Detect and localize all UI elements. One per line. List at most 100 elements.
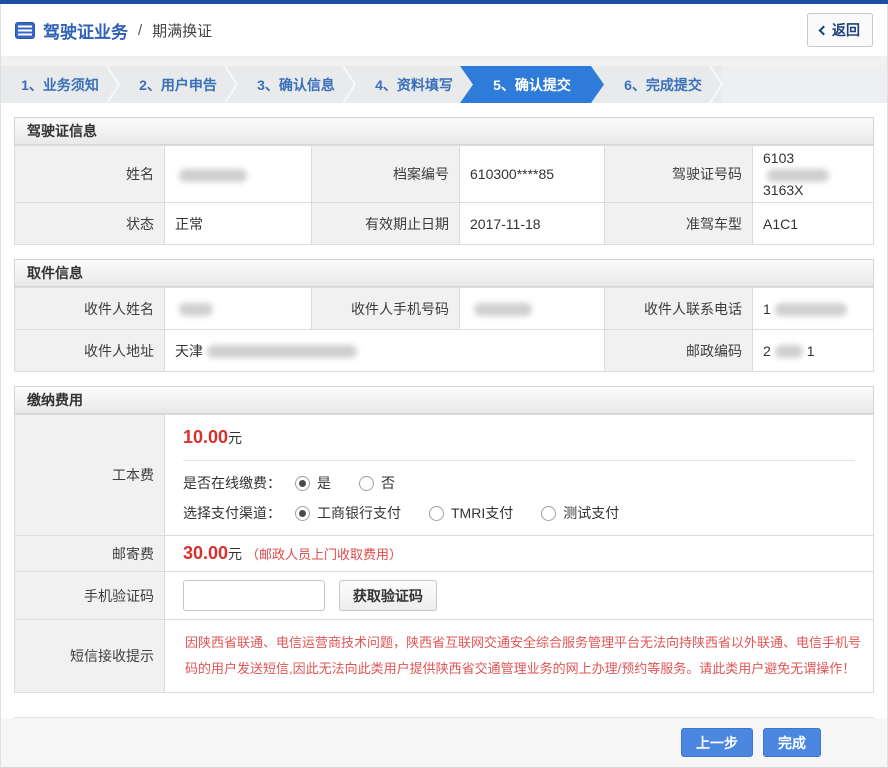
redacted-blob (767, 169, 829, 182)
step-tab-1[interactable]: 1、业务须知 (1, 66, 119, 103)
main-content: 驾驶证信息 姓名 档案编号 610300****85 驾驶证号码 6103316… (1, 103, 887, 718)
table-row: 收件人地址 天津 邮政编码 21 (15, 330, 874, 372)
back-chevron-icon (819, 25, 829, 35)
step-tab-5-active[interactable]: 5、确认提交 (460, 66, 604, 103)
name-value (165, 146, 312, 203)
table-row: 状态 正常 有效期止日期 2017-11-18 准驾车型 A1C1 (15, 203, 874, 245)
table-row: 手机验证码 获取验证码 (15, 572, 874, 620)
postage-amount: 30.00 (183, 543, 228, 563)
table-row: 姓名 档案编号 610300****85 驾驶证号码 61033163X (15, 146, 874, 203)
step-tab-4[interactable]: 4、资料填写 (355, 66, 473, 103)
sms-tip-label: 短信接收提示 (15, 620, 165, 693)
list-icon (15, 22, 35, 39)
channel-tmri-label: TMRI支付 (451, 503, 513, 523)
step-tab-3-label: 3、确认信息 (257, 75, 335, 95)
get-code-button[interactable]: 获取验证码 (339, 580, 437, 611)
breadcrumb-separator: / (138, 22, 142, 39)
fees-section-title: 缴纳费用 (14, 386, 874, 414)
online-pay-option-no[interactable]: 否 (359, 473, 395, 493)
step-tab-6-label: 6、完成提交 (624, 75, 702, 95)
page-header: 驾驶证业务 / 期满换证 返回 (1, 4, 887, 57)
recipient-name-value (165, 288, 312, 330)
postcode-value: 21 (753, 330, 874, 372)
step-tab-6[interactable]: 6、完成提交 (604, 66, 722, 103)
chevron-separator-icon (224, 66, 238, 103)
radio-selected-icon (295, 476, 310, 491)
license-section-title: 驾驶证信息 (14, 117, 874, 145)
channel-icbc-label: 工商银行支付 (317, 503, 401, 523)
recipient-phone-label: 收件人手机号码 (312, 288, 460, 330)
license-number-value: 6103 3163X (753, 146, 874, 203)
redacted-blob (775, 303, 847, 316)
sms-code-input[interactable] (183, 580, 325, 611)
page-title: 驾驶证业务 (43, 18, 128, 43)
production-fee-amount-line: 10.00元 (183, 427, 855, 448)
postcode-suffix: 1 (807, 343, 815, 359)
recipient-name-label: 收件人姓名 (15, 288, 165, 330)
footer-bar: 上一步 完成 (1, 718, 887, 768)
online-pay-option-yes[interactable]: 是 (295, 473, 331, 493)
vehicle-class-value: A1C1 (753, 203, 874, 245)
production-fee-value: 10.00元 是否在线缴费： 是 (165, 415, 874, 536)
table-row: 短信接收提示 因陕西省联通、电信运营商技术问题，陕西省互联网交通安全综合服务管理… (15, 620, 874, 693)
postage-label: 邮寄费 (15, 536, 165, 572)
online-pay-label: 是否在线缴费： (183, 473, 281, 493)
sms-code-cell: 获取验证码 (165, 572, 874, 620)
channel-test-label: 测试支付 (563, 503, 619, 523)
sms-code-label: 手机验证码 (15, 572, 165, 620)
license-info-table: 姓名 档案编号 610300****85 驾驶证号码 61033163X 状态 … (14, 145, 874, 245)
address-label: 收件人地址 (15, 330, 165, 372)
channel-option-icbc[interactable]: 工商银行支付 (295, 503, 401, 523)
name-label: 姓名 (15, 146, 165, 203)
back-button[interactable]: 返回 (807, 13, 873, 47)
recipient-tel-value: 1 (753, 288, 874, 330)
postcode-prefix: 2 (763, 343, 771, 359)
license-number-label: 驾驶证号码 (605, 146, 753, 203)
finish-button[interactable]: 完成 (763, 728, 821, 757)
recipient-phone-value (460, 288, 605, 330)
back-button-label: 返回 (832, 20, 860, 40)
pay-channel-row: 选择支付渠道： 工商银行支付 TMRI支付 (183, 503, 855, 523)
redacted-blob (775, 345, 803, 358)
radio-selected-icon (295, 506, 310, 521)
status-label: 状态 (15, 203, 165, 245)
radio-unselected-icon (359, 476, 374, 491)
steps-bar-filler (722, 66, 887, 103)
fees-table: 工本费 10.00元 是否在线缴费： 是 (14, 414, 874, 693)
steps-bar: 1、业务须知 2、用户申告 3、确认信息 4、资料填写 5、确认提交 6、完成提… (1, 66, 887, 103)
postage-note: （邮政人员上门收取费用） (246, 547, 402, 562)
production-fee-label: 工本费 (15, 415, 165, 536)
step-tab-2[interactable]: 2、用户申告 (119, 66, 237, 103)
online-pay-yes-label: 是 (317, 473, 331, 493)
online-pay-no-label: 否 (381, 473, 395, 493)
vehicle-class-label: 准驾车型 (605, 203, 753, 245)
table-row: 工本费 10.00元 是否在线缴费： 是 (15, 415, 874, 536)
step-tab-4-label: 4、资料填写 (375, 75, 453, 95)
channel-option-test[interactable]: 测试支付 (541, 503, 619, 523)
previous-step-button[interactable]: 上一步 (681, 728, 753, 757)
license-number-prefix: 6103 (763, 150, 794, 166)
sms-tip-cell: 因陕西省联通、电信运营商技术问题，陕西省互联网交通安全综合服务管理平台无法向持陕… (165, 620, 874, 693)
step-tab-3[interactable]: 3、确认信息 (237, 66, 355, 103)
step-tab-2-label: 2、用户申告 (139, 75, 217, 95)
license-number-suffix: 3163X (763, 182, 803, 198)
online-pay-row: 是否在线缴费： 是 否 (183, 473, 855, 493)
sms-tip-text: 因陕西省联通、电信运营商技术问题，陕西省互联网交通安全综合服务管理平台无法向持陕… (183, 624, 863, 688)
radio-unselected-icon (541, 506, 556, 521)
chevron-separator-icon (709, 66, 723, 103)
channel-option-tmri[interactable]: TMRI支付 (429, 503, 513, 523)
step-tab-5-label: 5、确认提交 (493, 75, 571, 95)
pickup-info-table: 收件人姓名 收件人手机号码 收件人联系电话 1 收件人地址 天津 邮政编码 21 (14, 287, 874, 372)
chevron-separator-icon (342, 66, 356, 103)
chevron-separator-icon (106, 66, 120, 103)
production-fee-amount: 10.00 (183, 427, 228, 447)
recipient-tel-prefix: 1 (763, 301, 771, 317)
redacted-blob (179, 303, 213, 316)
expiry-value: 2017-11-18 (460, 203, 605, 245)
page-container: 驾驶证业务 / 期满换证 返回 1、业务须知 2、用户申告 3、确认信息 4、资… (0, 4, 888, 768)
postcode-label: 邮政编码 (605, 330, 753, 372)
section-pickup-info: 取件信息 收件人姓名 收件人手机号码 收件人联系电话 1 收件人地址 天津 邮政… (14, 259, 874, 372)
postage-value: 30.00元（邮政人员上门收取费用） (165, 536, 874, 572)
redacted-blob (207, 345, 357, 358)
table-row: 收件人姓名 收件人手机号码 收件人联系电话 1 (15, 288, 874, 330)
